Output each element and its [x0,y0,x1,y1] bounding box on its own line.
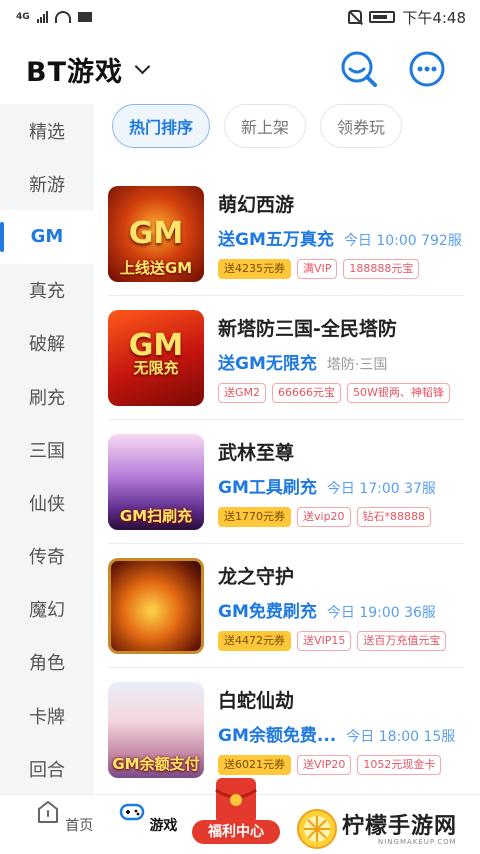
battery-icon [369,11,396,23]
coupon-badge: 送1770元券 [218,506,291,527]
chevron-down-icon[interactable] [134,58,151,74]
sidebar-item-shuachong[interactable]: 刷充 [0,370,94,423]
game-server-time: 今日 17:00 37服 [326,480,436,497]
gamepad-icon [119,803,144,821]
sidebar-item-sanguo[interactable]: 三国 [0,423,94,476]
perk-badge: 188888元宝 [343,258,420,279]
game-title: 新塔防三国-全民塔防 [218,317,397,340]
thumb-caption: GM余额支付 [112,755,200,773]
perk-badge: 满VIP [297,258,338,279]
game-promo: GM工具刷充 [218,477,317,498]
game-promo: GM免费刷充 [218,601,317,622]
list-item[interactable]: GM扫刷充 武林至尊 GM工具刷充 今日 17:00 37服 送1770元券 送… [94,420,480,544]
nav-games-label: 游戏 [149,818,178,834]
header: BT游戏 [0,34,480,104]
coupon-badge: 送4235元券 [218,258,291,279]
perk-badge: 50W银两、神韬锋 [347,382,450,403]
sidebar-item-pojie[interactable]: 破解 [0,317,94,370]
mail-icon [77,12,92,22]
perk-badge: 66666元宝 [272,382,342,403]
game-thumbnail[interactable]: GM 上线送GM [108,186,204,282]
game-thumbnail[interactable]: GM余额支付 [108,682,204,778]
nav-games[interactable]: 游戏 [108,799,188,835]
sidebar-item-juese[interactable]: 角色 [0,636,94,689]
home-icon [37,801,58,823]
sidebar-item-mohuan[interactable]: 魔幻 [0,583,94,636]
watermark: 柠檬手游网 NINGMAKEUP.COM [294,806,480,854]
thumb-caption: 无限充 [133,359,179,377]
list-item[interactable]: GM 上线送GM 萌幻西游 送GM五万真充 今日 10:00 792服 送423… [94,172,480,296]
tab-hot-sort[interactable]: 热门排序 [112,104,211,148]
clock: 下午4:48 [402,8,466,27]
message-icon[interactable] [408,50,446,88]
game-server-time: 今日 18:00 15服 [346,728,456,745]
list-item[interactable]: GM 无限充 新塔防三国-全民塔防 送GM无限充 塔防·三国 送GM2 6666… [94,296,480,420]
game-promo: 送GM五万真充 [218,229,334,250]
tab-coupon-play[interactable]: 领券玩 [320,104,403,148]
sidebar-item-zhenchong[interactable]: 真充 [0,264,94,317]
game-thumbnail[interactable]: GM 无限充 [108,310,204,406]
game-title: 萌幻西游 [218,193,295,216]
list-item[interactable]: 龙之守护 GM免费刷充 今日 19:00 36服 送4472元券 送VIP15 … [94,544,480,668]
tab-new-release[interactable]: 新上架 [224,104,307,148]
status-bar: 4G 下午4:48 [0,0,480,34]
game-title: 白蛇仙劫 [218,689,295,712]
sidebar-item-huihe[interactable]: 回合 [0,742,94,795]
thumb-caption: 上线送GM [119,259,193,277]
thumb-caption: GM扫刷充 [119,507,193,525]
perk-badge: 送GM2 [218,382,267,403]
game-promo: 送GM无限充 [218,353,317,374]
perk-badge: 送百万充值元宝 [357,630,447,651]
game-list: GM 上线送GM 萌幻西游 送GM五万真充 今日 10:00 792服 送423… [94,172,480,792]
game-server-time: 今日 19:00 36服 [326,604,436,621]
game-server-time: 今日 10:00 792服 [343,232,462,249]
sidebar-item-chuanqi[interactable]: 传奇 [0,530,94,583]
game-thumbnail[interactable]: GM扫刷充 [108,434,204,530]
wifi-icon [54,11,71,23]
perk-badge: 1052元现金卡 [357,754,442,775]
signal-icon [36,11,48,23]
game-promo: GM余额免费... [218,725,337,746]
sort-tabs: 热门排序 新上架 领券玩 [112,104,403,148]
network-type: 4G [16,12,30,22]
game-thumbnail[interactable] [108,558,204,654]
nav-home[interactable]: 首页 [24,799,104,835]
lemon-logo-icon [297,809,337,849]
watermark-text: 柠檬手游网 [342,814,458,839]
welfare-label: 福利中心 [192,820,280,844]
thumb-gm-text: GM [128,216,184,251]
search-icon[interactable] [340,50,378,88]
perk-badge: 送VIP20 [297,754,352,775]
category-sidebar: 精选 新游 GM 真充 破解 刷充 三国 仙侠 传奇 魔幻 角色 卡牌 回合 [0,104,94,794]
page-title[interactable]: BT游戏 [26,50,123,89]
game-title: 武林至尊 [218,441,295,464]
list-item[interactable]: GM余额支付 白蛇仙劫 GM余额免费... 今日 18:00 15服 送6021… [94,668,480,792]
sidebar-item-xianxia[interactable]: 仙侠 [0,476,94,529]
nav-home-label: 首页 [65,818,94,834]
welfare-center-button[interactable]: 福利中心 [192,776,280,848]
coupon-badge: 送4472元券 [218,630,291,651]
coupon-badge: 送6021元券 [218,754,291,775]
sidebar-item-jingxuan[interactable]: 精选 [0,104,94,157]
perk-badge: 送VIP15 [297,630,352,651]
sidebar-item-xinyou[interactable]: 新游 [0,157,94,210]
game-title: 龙之守护 [218,565,295,588]
mute-icon [348,10,363,24]
game-genre: 塔防·三国 [326,356,388,373]
sidebar-item-gm[interactable]: GM [0,210,94,264]
perk-badge: 钻石*88888 [356,506,432,527]
watermark-subtext: NINGMAKEUP.COM [378,838,457,846]
sidebar-item-kapai[interactable]: 卡牌 [0,689,94,742]
perk-badge: 送vip20 [297,506,351,527]
